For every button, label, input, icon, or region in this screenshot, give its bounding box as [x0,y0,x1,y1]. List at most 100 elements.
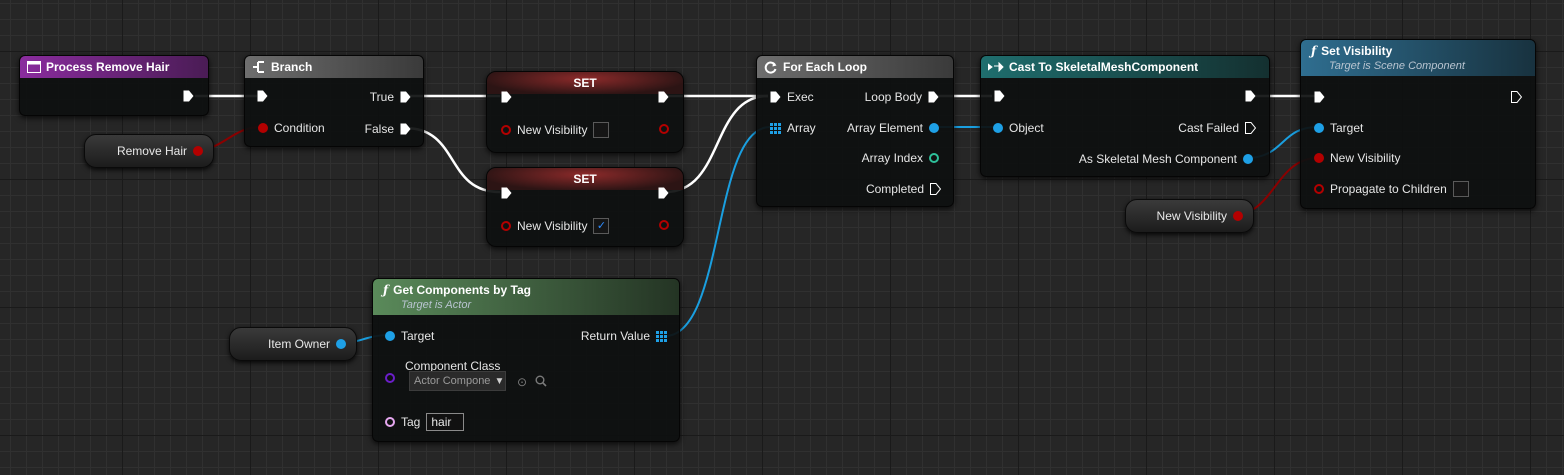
component-class-pin[interactable] [385,373,395,383]
exec-in-pin[interactable] [770,91,781,103]
event-node-process-remove-hair[interactable]: Process Remove Hair [19,55,209,116]
exec-castfailed-pin[interactable] [1245,122,1256,134]
cast-exec-out[interactable] [1245,90,1256,102]
cast-node[interactable]: Cast To SkeletalMeshComponent Object Cas… [980,55,1270,177]
cast-failed-out[interactable]: Cast Failed [1178,121,1256,135]
get-components-return-out[interactable]: Return Value [581,329,667,343]
branch-node[interactable]: Branch True Condition False [244,55,424,147]
foreach-header[interactable]: For Each Loop [757,56,953,78]
exec-true-pin[interactable] [400,91,411,103]
foreach-array-in[interactable]: Array [770,121,816,135]
getter-item-owner[interactable]: Item Owner [229,327,357,361]
exec-in-pin[interactable] [994,90,1005,102]
target-in-pin[interactable] [1314,123,1324,133]
get-components-header[interactable]: ƒ Get Components by Tag Target is Actor [373,279,679,315]
branch-header[interactable]: Branch [245,56,423,78]
set-top-value-row[interactable]: New Visibility [501,122,610,138]
set-visibility-newvis-in[interactable]: New Visibility [1314,151,1400,165]
new-visibility-checkbox-checked[interactable]: ✓ [593,218,610,234]
exec-false-pin[interactable] [400,123,411,135]
set-top-header[interactable]: SET [487,72,683,94]
foreach-exec-label: Exec [787,90,814,104]
propagate-checkbox[interactable] [1452,181,1469,197]
set-visibility-exec-in[interactable] [1314,91,1325,103]
new-visibility-out-pin[interactable] [659,124,669,134]
get-components-return-label: Return Value [580,329,650,343]
event-exec-out[interactable] [183,90,194,102]
cast-as-out[interactable]: As Skeletal Mesh Component [1079,152,1253,166]
array-in-pin[interactable] [770,122,781,134]
exec-out-pin[interactable] [1511,91,1522,103]
condition-pin[interactable] [258,123,268,133]
new-visibility-out-pin[interactable] [1233,211,1243,221]
browse-back-icon[interactable]: ⊙ [517,375,527,389]
item-owner-out-pin[interactable] [336,339,346,349]
get-components-tag-in[interactable]: Tag hair [385,413,465,431]
set-visibility-propagate-in[interactable]: Propagate to Children [1314,181,1469,197]
set-visibility-target-in[interactable]: Target [1314,121,1363,135]
return-value-array-pin[interactable] [656,330,667,342]
new-visibility-checkbox-unchecked[interactable] [593,122,610,138]
tag-input[interactable]: hair [426,413,465,431]
foreach-index-out[interactable]: Array Index [862,151,939,165]
event-icon [27,61,41,73]
set-top-exec-in[interactable] [501,91,512,103]
array-index-pin[interactable] [929,153,939,163]
object-in-pin[interactable] [993,123,1003,133]
component-class-dropdown[interactable]: Actor Compone ▼ [409,371,506,391]
foreach-completed-out[interactable]: Completed [866,182,941,196]
exec-completed-pin[interactable] [930,183,941,195]
exec-in-pin[interactable] [1314,91,1325,103]
branch-condition-in[interactable]: Condition [258,121,325,135]
getter-new-visibility[interactable]: New Visibility [1125,199,1254,233]
set-node-bottom[interactable]: SET New Visibility ✓ [486,167,684,247]
new-visibility-in-pin[interactable] [501,125,511,135]
new-visibility-out-pin[interactable] [659,220,669,230]
set-visibility-node[interactable]: ƒ Set Visibility Target is Scene Compone… [1300,39,1536,209]
new-visibility-in-pin[interactable] [501,221,511,231]
cast-exec-in[interactable] [994,90,1005,102]
foreach-loopbody-out[interactable]: Loop Body [865,90,939,104]
set-node-top[interactable]: SET New Visibility [486,71,684,153]
exec-in-pin[interactable] [257,90,268,102]
foreach-exec-in[interactable]: Exec [770,90,814,104]
branch-exec-in[interactable] [257,90,268,102]
cast-object-in[interactable]: Object [993,121,1044,135]
set-visibility-exec-out[interactable] [1511,91,1522,103]
set-bottom-header[interactable]: SET [487,168,683,190]
new-visibility-in-pin[interactable] [1314,153,1324,163]
tag-in-pin[interactable] [385,417,395,427]
exec-out-pin[interactable] [183,90,194,102]
exec-out-pin[interactable] [1245,90,1256,102]
propagate-in-pin[interactable] [1314,184,1324,194]
array-element-pin[interactable] [929,123,939,133]
branch-true-out[interactable]: True [370,90,411,104]
target-in-pin[interactable] [385,331,395,341]
set-bottom-exec-out[interactable] [658,187,669,199]
exec-out-pin[interactable] [658,187,669,199]
exec-in-pin[interactable] [501,187,512,199]
set-bottom-exec-in[interactable] [501,187,512,199]
set-visibility-header[interactable]: ƒ Set Visibility Target is Scene Compone… [1301,40,1535,76]
remove-hair-out-pin[interactable] [193,146,203,156]
set-top-value-out[interactable] [659,124,669,134]
set-bottom-value-row[interactable]: New Visibility ✓ [501,218,610,234]
branch-condition-label: Condition [274,121,325,135]
getter-remove-hair[interactable]: Remove Hair [84,134,214,168]
get-components-node[interactable]: ƒ Get Components by Tag Target is Actor … [372,278,680,442]
branch-false-out[interactable]: False [365,122,411,136]
event-node-header[interactable]: Process Remove Hair [20,56,208,78]
exec-in-pin[interactable] [501,91,512,103]
get-components-target-in[interactable]: Target [385,329,434,343]
foreach-node[interactable]: For Each Loop Exec Loop Body Array Array… [756,55,954,207]
foreach-completed-label: Completed [865,182,924,196]
set-top-exec-out[interactable] [658,91,669,103]
cast-header[interactable]: Cast To SkeletalMeshComponent [981,56,1269,78]
get-components-class-in[interactable] [385,373,395,383]
exec-loopbody-pin[interactable] [928,91,939,103]
set-bottom-value-out[interactable] [659,220,669,230]
as-skeletal-mesh-pin[interactable] [1243,154,1253,164]
foreach-element-out[interactable]: Array Element [847,121,939,135]
exec-out-pin[interactable] [658,91,669,103]
search-icon[interactable] [535,375,547,390]
